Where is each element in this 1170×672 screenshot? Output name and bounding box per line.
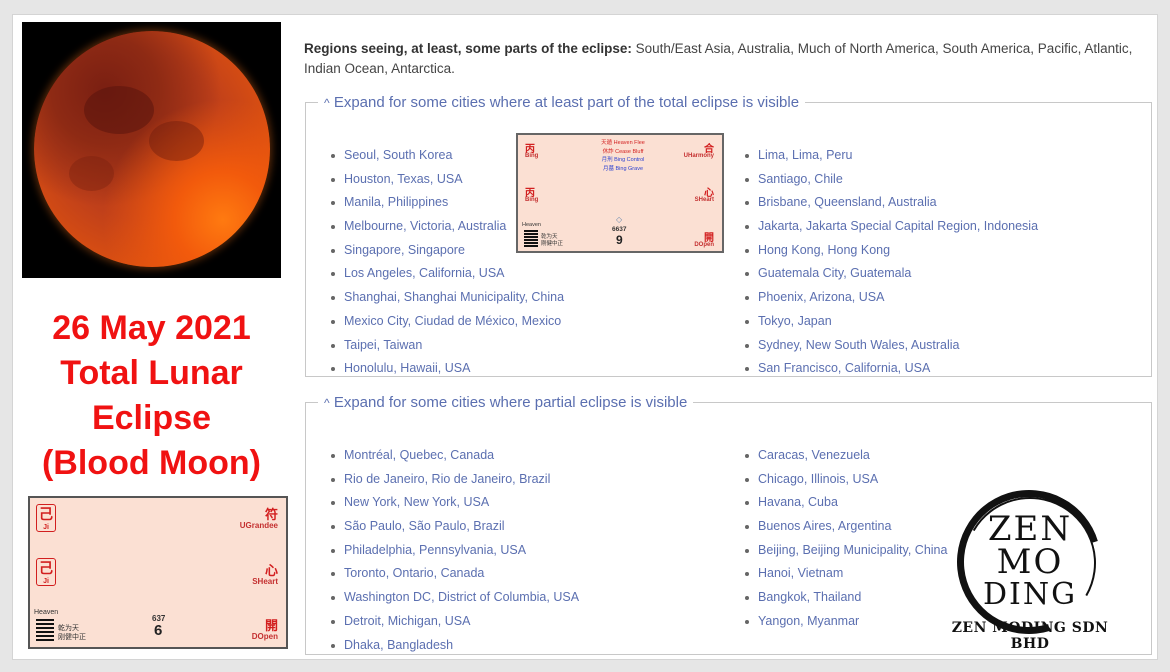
city-link[interactable]: Detroit, Michigan, USA — [328, 611, 579, 635]
city-link[interactable]: Havana, Cuba — [742, 492, 947, 516]
logo-line: DING — [982, 577, 1078, 612]
city-link[interactable]: Phoenix, Arizona, USA — [742, 287, 1038, 311]
zen-moding-logo: ZEN MO DING ZEN MODING SDN BHD — [930, 464, 1130, 660]
city-link[interactable]: Guatemala City, Guatemala — [742, 263, 1038, 287]
headline-line: (Blood Moon) — [41, 444, 262, 482]
qimen-chart-large: 己 Ji 己 Ji 符 UGrandee 心 SHeart 開 DOpen He… — [28, 496, 288, 649]
diamond-icon: ◇ — [616, 215, 623, 224]
city-link[interactable]: Taipei, Taiwan — [328, 335, 564, 359]
chart-number: 9 — [616, 233, 623, 247]
city-link[interactable]: Tokyo, Japan — [742, 311, 1038, 335]
partial-eclipse-legend: Expand for some cities where partial ecl… — [333, 394, 688, 411]
city-link[interactable]: Beijing, Beijing Municipality, China — [742, 540, 947, 564]
city-link[interactable]: Dhaka, Bangladesh — [328, 635, 579, 659]
star-entry: 天遁 Heaven Flee — [601, 140, 645, 146]
partial-eclipse-toggle[interactable]: ^ Expand for some cities where partial e… — [318, 394, 693, 411]
total-cities-col2: Lima, Lima, Peru Santiago, Chile Brisbane,… — [742, 145, 1038, 382]
partial-cities-col2: Caracas, Venezuela Chicago, Illinois, USA… — [742, 445, 947, 635]
city-link[interactable]: Yangon, Myanmar — [742, 611, 947, 635]
city-link[interactable]: Los Angeles, California, USA — [328, 263, 564, 287]
star-label: SHeart — [252, 577, 278, 586]
city-link[interactable]: Honolulu, Hawaii, USA — [328, 358, 564, 382]
city-link[interactable]: Washington DC, District of Columbia, USA — [328, 587, 579, 611]
headline-line: Eclipse — [91, 399, 212, 437]
city-link[interactable]: Bangkok, Thailand — [742, 587, 947, 611]
city-link[interactable]: Toronto, Ontario, Canada — [328, 563, 579, 587]
moon-mare — [149, 121, 204, 161]
stem-top-left: 己 Ji — [36, 504, 56, 532]
chart-number: 6 — [154, 622, 163, 639]
company-name: ZEN MODING SDN BHD — [951, 620, 1109, 652]
stem-char: 己 — [39, 506, 53, 522]
stem-sub: Bing — [525, 153, 539, 159]
city-link[interactable]: Brisbane, Queensland, Australia — [742, 192, 1038, 216]
city-link[interactable]: Chicago, Illinois, USA — [742, 469, 947, 493]
city-link[interactable]: Shanghai, Shanghai Municipality, China — [328, 287, 564, 311]
city-link[interactable]: Lima, Lima, Peru — [742, 145, 1038, 169]
chevron-up-icon: ^ — [324, 396, 330, 410]
deity-label: Heaven — [34, 609, 59, 616]
trigram-icon — [36, 619, 54, 643]
deity-label: Heaven — [522, 222, 541, 228]
city-link[interactable]: Jakarta, Jakarta Special Capital Region,… — [742, 216, 1038, 240]
city-link[interactable]: Philadelphia, Pennsylvania, USA — [328, 540, 579, 564]
city-link[interactable]: Mexico City, Ciudad de México, Mexico — [328, 311, 564, 335]
partial-cities-col1: Montréal, Quebec, Canada Rio de Janeiro, … — [328, 445, 579, 658]
moon-mare — [84, 86, 154, 134]
stars-list: 天遁 Heaven Flee 休詐 Cease Bluff 月刑 Bing Co… — [588, 139, 658, 173]
star-entry: 月墓 Bing Grave — [602, 165, 644, 172]
door-label: DOpen — [694, 242, 714, 248]
city-link[interactable]: New York, New York, USA — [328, 492, 579, 516]
stem-sub: Bing — [525, 197, 539, 203]
stem-mid-left: 己 Ji — [36, 558, 56, 586]
headline-line: Total Lunar — [60, 354, 243, 392]
star-label: UGrandee — [239, 521, 278, 530]
stem-sub: Ji — [43, 524, 49, 531]
city-link[interactable]: Buenos Aires, Argentina — [742, 516, 947, 540]
regions-summary: Regions seeing, at least, some parts of … — [304, 39, 1134, 79]
city-link[interactable]: Hanoi, Vietnam — [742, 563, 947, 587]
stem-char: 己 — [39, 560, 53, 576]
total-eclipse-toggle[interactable]: ^ Expand for some cities where at least … — [318, 94, 805, 111]
qimen-chart-small: 丙 Bing 丙 Bing 合 UHarmony 心 SHeart 開 DOpe… — [516, 133, 724, 253]
gua-name: 乾为天 — [58, 625, 79, 632]
total-eclipse-section: ^ Expand for some cities where at least … — [305, 94, 1152, 377]
blood-moon-image — [22, 22, 281, 278]
city-link[interactable]: San Francisco, California, USA — [742, 358, 1038, 382]
moon-disc — [34, 31, 270, 267]
headline-date: 26 May 2021 — [52, 309, 251, 347]
city-link[interactable]: Caracas, Venezuela — [742, 445, 947, 469]
city-link[interactable]: Montréal, Quebec, Canada — [328, 445, 579, 469]
stem-sub: Ji — [43, 578, 49, 585]
gua-desc: 刚健中正 — [58, 634, 86, 641]
door-label: DOpen — [251, 632, 278, 641]
gua-desc: 刚健中正 — [541, 241, 564, 247]
trigram-icon — [524, 230, 538, 248]
city-link[interactable]: Hong Kong, Hong Kong — [742, 240, 1038, 264]
star-entry: 休詐 Cease Bluff — [602, 148, 644, 155]
star-label: UHarmony — [683, 153, 714, 159]
chevron-up-icon: ^ — [324, 96, 330, 110]
gua-name: 乾为天 — [541, 234, 558, 240]
logo-line: MO — [996, 542, 1064, 582]
star-label: SHeart — [694, 197, 714, 203]
total-eclipse-legend: Expand for some cities where at least pa… — [333, 94, 800, 111]
eclipse-headline: 26 May 2021 Total Lunar Eclipse (Blood M… — [22, 306, 281, 486]
regions-label: Regions seeing, at least, some parts of … — [304, 41, 632, 56]
moon-mare — [69, 156, 114, 191]
city-link[interactable]: Rio de Janeiro, Rio de Janeiro, Brazil — [328, 469, 579, 493]
city-link[interactable]: São Paulo, São Paulo, Brazil — [328, 516, 579, 540]
logo-line: ZEN — [987, 509, 1073, 549]
star-entry: 月刑 Bing Control — [601, 157, 645, 163]
city-link[interactable]: Santiago, Chile — [742, 169, 1038, 193]
city-link[interactable]: Sydney, New South Wales, Australia — [742, 335, 1038, 359]
